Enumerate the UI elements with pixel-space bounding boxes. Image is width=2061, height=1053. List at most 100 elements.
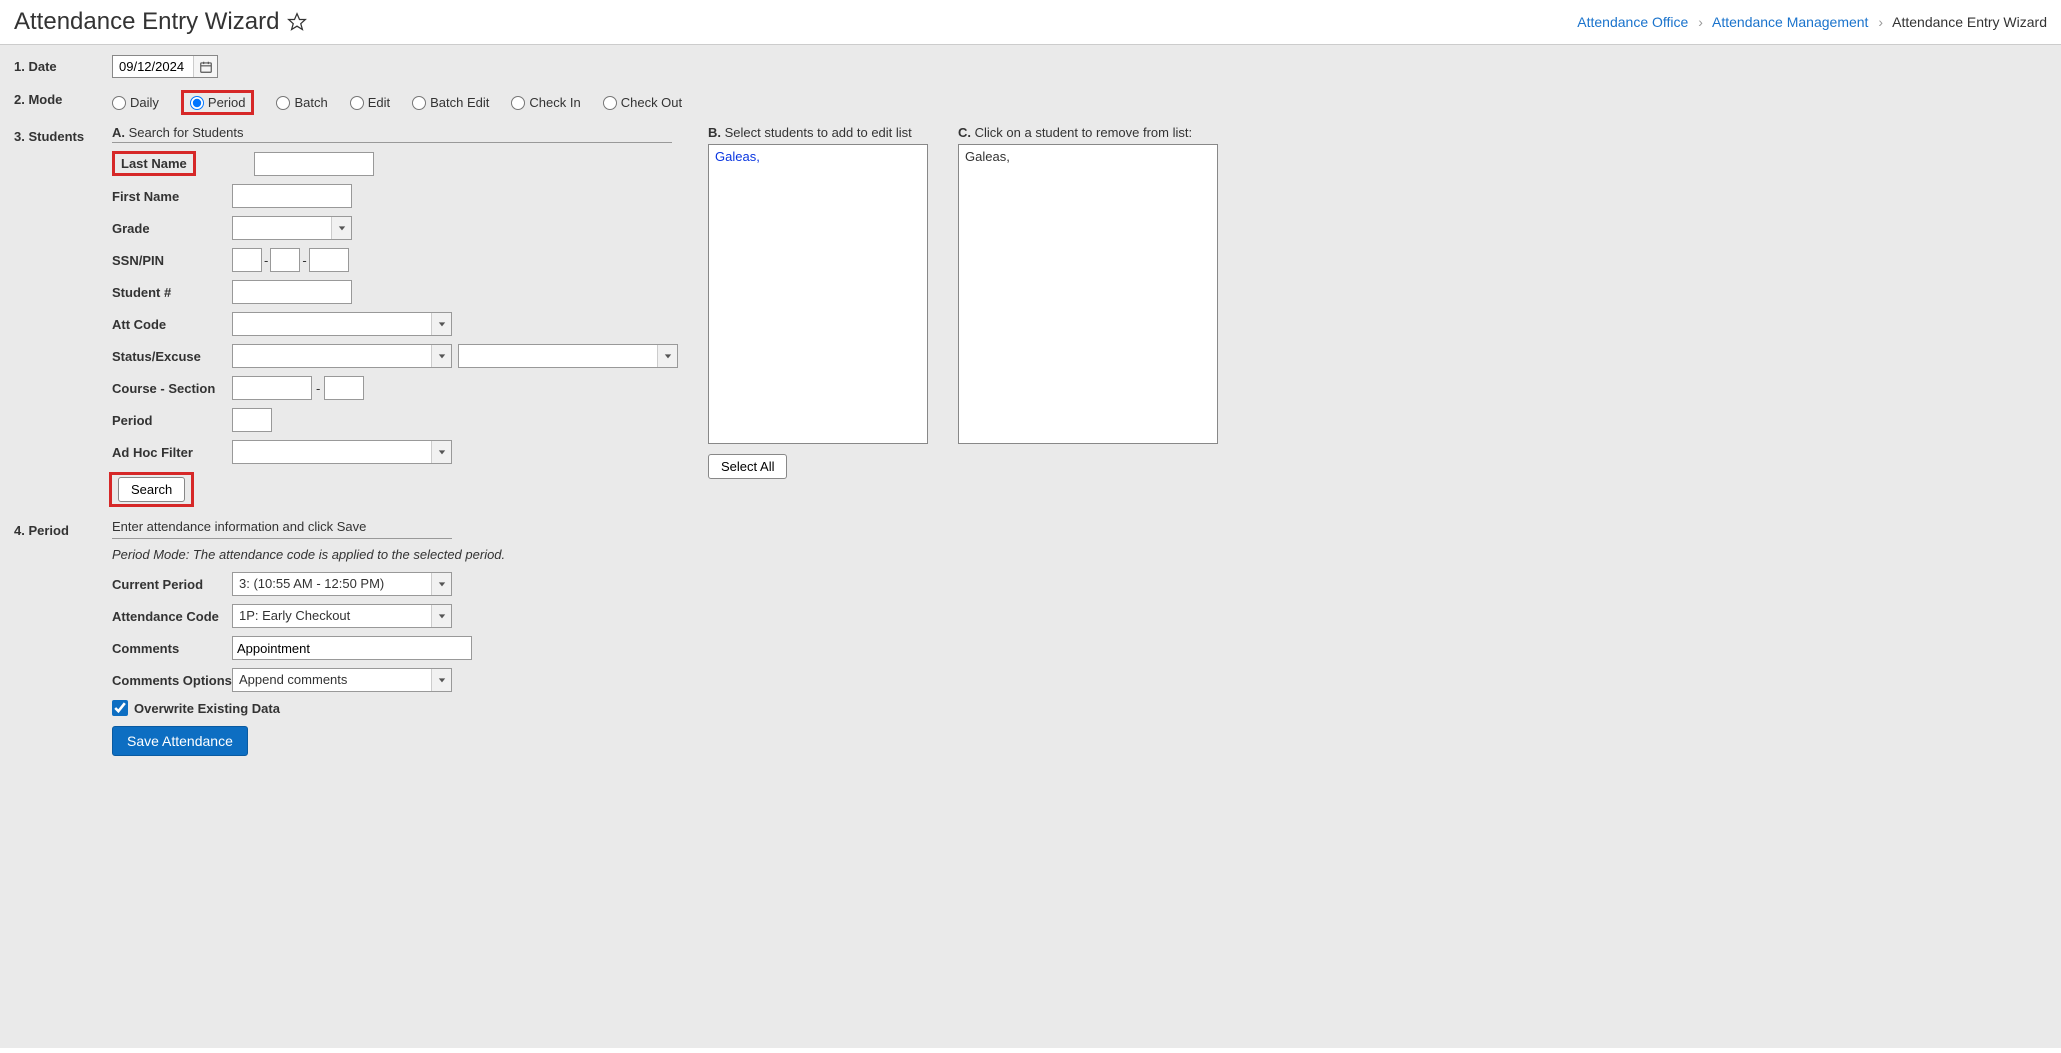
mode-radio-group: Daily Period Batch Edit Batch Edit Check…: [112, 88, 2047, 115]
period-filter-input[interactable]: [232, 408, 272, 432]
comments-options-label: Comments Options: [112, 673, 232, 688]
date-input[interactable]: [113, 56, 193, 77]
period-mode-note: Period Mode: The attendance code is appl…: [112, 547, 2047, 562]
mode-check-in[interactable]: Check In: [511, 95, 580, 110]
date-picker-button[interactable]: [193, 56, 217, 77]
save-attendance-button[interactable]: Save Attendance: [112, 726, 248, 756]
current-period-label: Current Period: [112, 577, 232, 592]
current-period-select-button[interactable]: [431, 573, 451, 595]
current-period-select[interactable]: 3: (10:55 AM - 12:50 PM): [232, 572, 452, 596]
comments-input[interactable]: [232, 636, 472, 660]
breadcrumb-current: Attendance Entry Wizard: [1892, 14, 2047, 30]
ssn-input-3[interactable]: [309, 248, 349, 272]
breadcrumb: Attendance Office › Attendance Managemen…: [1577, 14, 2047, 30]
mode-batch-edit-radio[interactable]: [412, 96, 426, 110]
attendance-code-select[interactable]: 1P: Early Checkout: [232, 604, 452, 628]
mode-check-out-radio[interactable]: [603, 96, 617, 110]
remove-section-letter: C.: [958, 125, 971, 140]
chevron-down-icon: [438, 580, 446, 588]
status-select[interactable]: [232, 344, 452, 368]
excuse-select[interactable]: [458, 344, 678, 368]
mode-batch-radio[interactable]: [276, 96, 290, 110]
step-students-label: 3. Students: [14, 125, 112, 144]
page-title: Attendance Entry Wizard: [14, 8, 279, 36]
mode-daily[interactable]: Daily: [112, 95, 159, 110]
mode-period-radio[interactable]: [190, 96, 204, 110]
mode-check-out-label: Check Out: [621, 95, 682, 110]
adhoc-select-value: [233, 441, 431, 463]
section-input[interactable]: [324, 376, 364, 400]
breadcrumb-sep-icon: ›: [1878, 14, 1883, 30]
mode-daily-radio[interactable]: [112, 96, 126, 110]
favorite-star-icon[interactable]: [287, 12, 307, 32]
first-name-label: First Name: [112, 189, 232, 204]
last-name-label: Last Name: [112, 151, 196, 176]
current-period-value: 3: (10:55 AM - 12:50 PM): [233, 573, 431, 595]
step-mode-label: 2. Mode: [14, 88, 112, 107]
last-name-input[interactable]: [254, 152, 374, 176]
remove-section-text: Click on a student to remove from list:: [975, 125, 1192, 140]
mode-batch-edit[interactable]: Batch Edit: [412, 95, 489, 110]
breadcrumb-attendance-office[interactable]: Attendance Office: [1577, 14, 1688, 30]
course-input[interactable]: [232, 376, 312, 400]
mode-period[interactable]: Period: [181, 90, 255, 115]
mode-edit-radio[interactable]: [350, 96, 364, 110]
mode-edit[interactable]: Edit: [350, 95, 390, 110]
chevron-down-icon: [438, 676, 446, 684]
select-section-text: Select students to add to edit list: [725, 125, 912, 140]
adhoc-select[interactable]: [232, 440, 452, 464]
excuse-select-value: [459, 345, 657, 367]
adhoc-label: Ad Hoc Filter: [112, 445, 232, 460]
chevron-down-icon: [664, 352, 672, 360]
student-no-label: Student #: [112, 285, 232, 300]
grade-select[interactable]: [232, 216, 352, 240]
comments-options-select[interactable]: Append comments: [232, 668, 452, 692]
page-title-wrap: Attendance Entry Wizard: [14, 8, 307, 36]
period-filter-label: Period: [112, 413, 232, 428]
mode-batch[interactable]: Batch: [276, 95, 327, 110]
ssn-input-1[interactable]: [232, 248, 262, 272]
mode-check-in-label: Check In: [529, 95, 580, 110]
comments-options-value: Append comments: [233, 669, 431, 691]
select-section-header: B. Select students to add to edit list: [708, 125, 928, 140]
student-no-input[interactable]: [232, 280, 352, 304]
att-code-select[interactable]: [232, 312, 452, 336]
excuse-select-button[interactable]: [657, 345, 677, 367]
breadcrumb-attendance-management[interactable]: Attendance Management: [1712, 14, 1868, 30]
edit-listbox[interactable]: Galeas,: [958, 144, 1218, 444]
search-section-letter: A.: [112, 125, 125, 140]
ssn-input-2[interactable]: [270, 248, 300, 272]
date-field-wrap: [112, 55, 218, 78]
first-name-input[interactable]: [232, 184, 352, 208]
list-item[interactable]: Galeas,: [965, 149, 1211, 164]
search-results-listbox[interactable]: Galeas,: [708, 144, 928, 444]
attendance-code-select-button[interactable]: [431, 605, 451, 627]
remove-section-header: C. Click on a student to remove from lis…: [958, 125, 1218, 140]
adhoc-select-button[interactable]: [431, 441, 451, 463]
search-section-header: A. Search for Students: [112, 125, 672, 143]
breadcrumb-sep-icon: ›: [1698, 14, 1703, 30]
list-item[interactable]: Galeas,: [715, 149, 921, 164]
comments-options-select-button[interactable]: [431, 669, 451, 691]
calendar-icon: [199, 60, 213, 74]
att-code-label: Att Code: [112, 317, 232, 332]
attendance-code-label: Attendance Code: [112, 609, 232, 624]
attendance-code-value: 1P: Early Checkout: [233, 605, 431, 627]
ssn-sep: -: [264, 253, 268, 268]
overwrite-checkbox[interactable]: [112, 700, 128, 716]
step-date-label: 1. Date: [14, 55, 112, 74]
status-select-button[interactable]: [431, 345, 451, 367]
mode-check-in-radio[interactable]: [511, 96, 525, 110]
mode-check-out[interactable]: Check Out: [603, 95, 682, 110]
grade-select-button[interactable]: [331, 217, 351, 239]
course-sep: -: [316, 381, 320, 396]
search-button[interactable]: Search: [118, 477, 185, 502]
att-code-select-button[interactable]: [431, 313, 451, 335]
status-select-value: [233, 345, 431, 367]
period-section-header: Enter attendance information and click S…: [112, 519, 452, 539]
select-all-button[interactable]: Select All: [708, 454, 787, 479]
mode-batch-label: Batch: [294, 95, 327, 110]
grade-label: Grade: [112, 221, 232, 236]
chevron-down-icon: [438, 448, 446, 456]
mode-batch-edit-label: Batch Edit: [430, 95, 489, 110]
